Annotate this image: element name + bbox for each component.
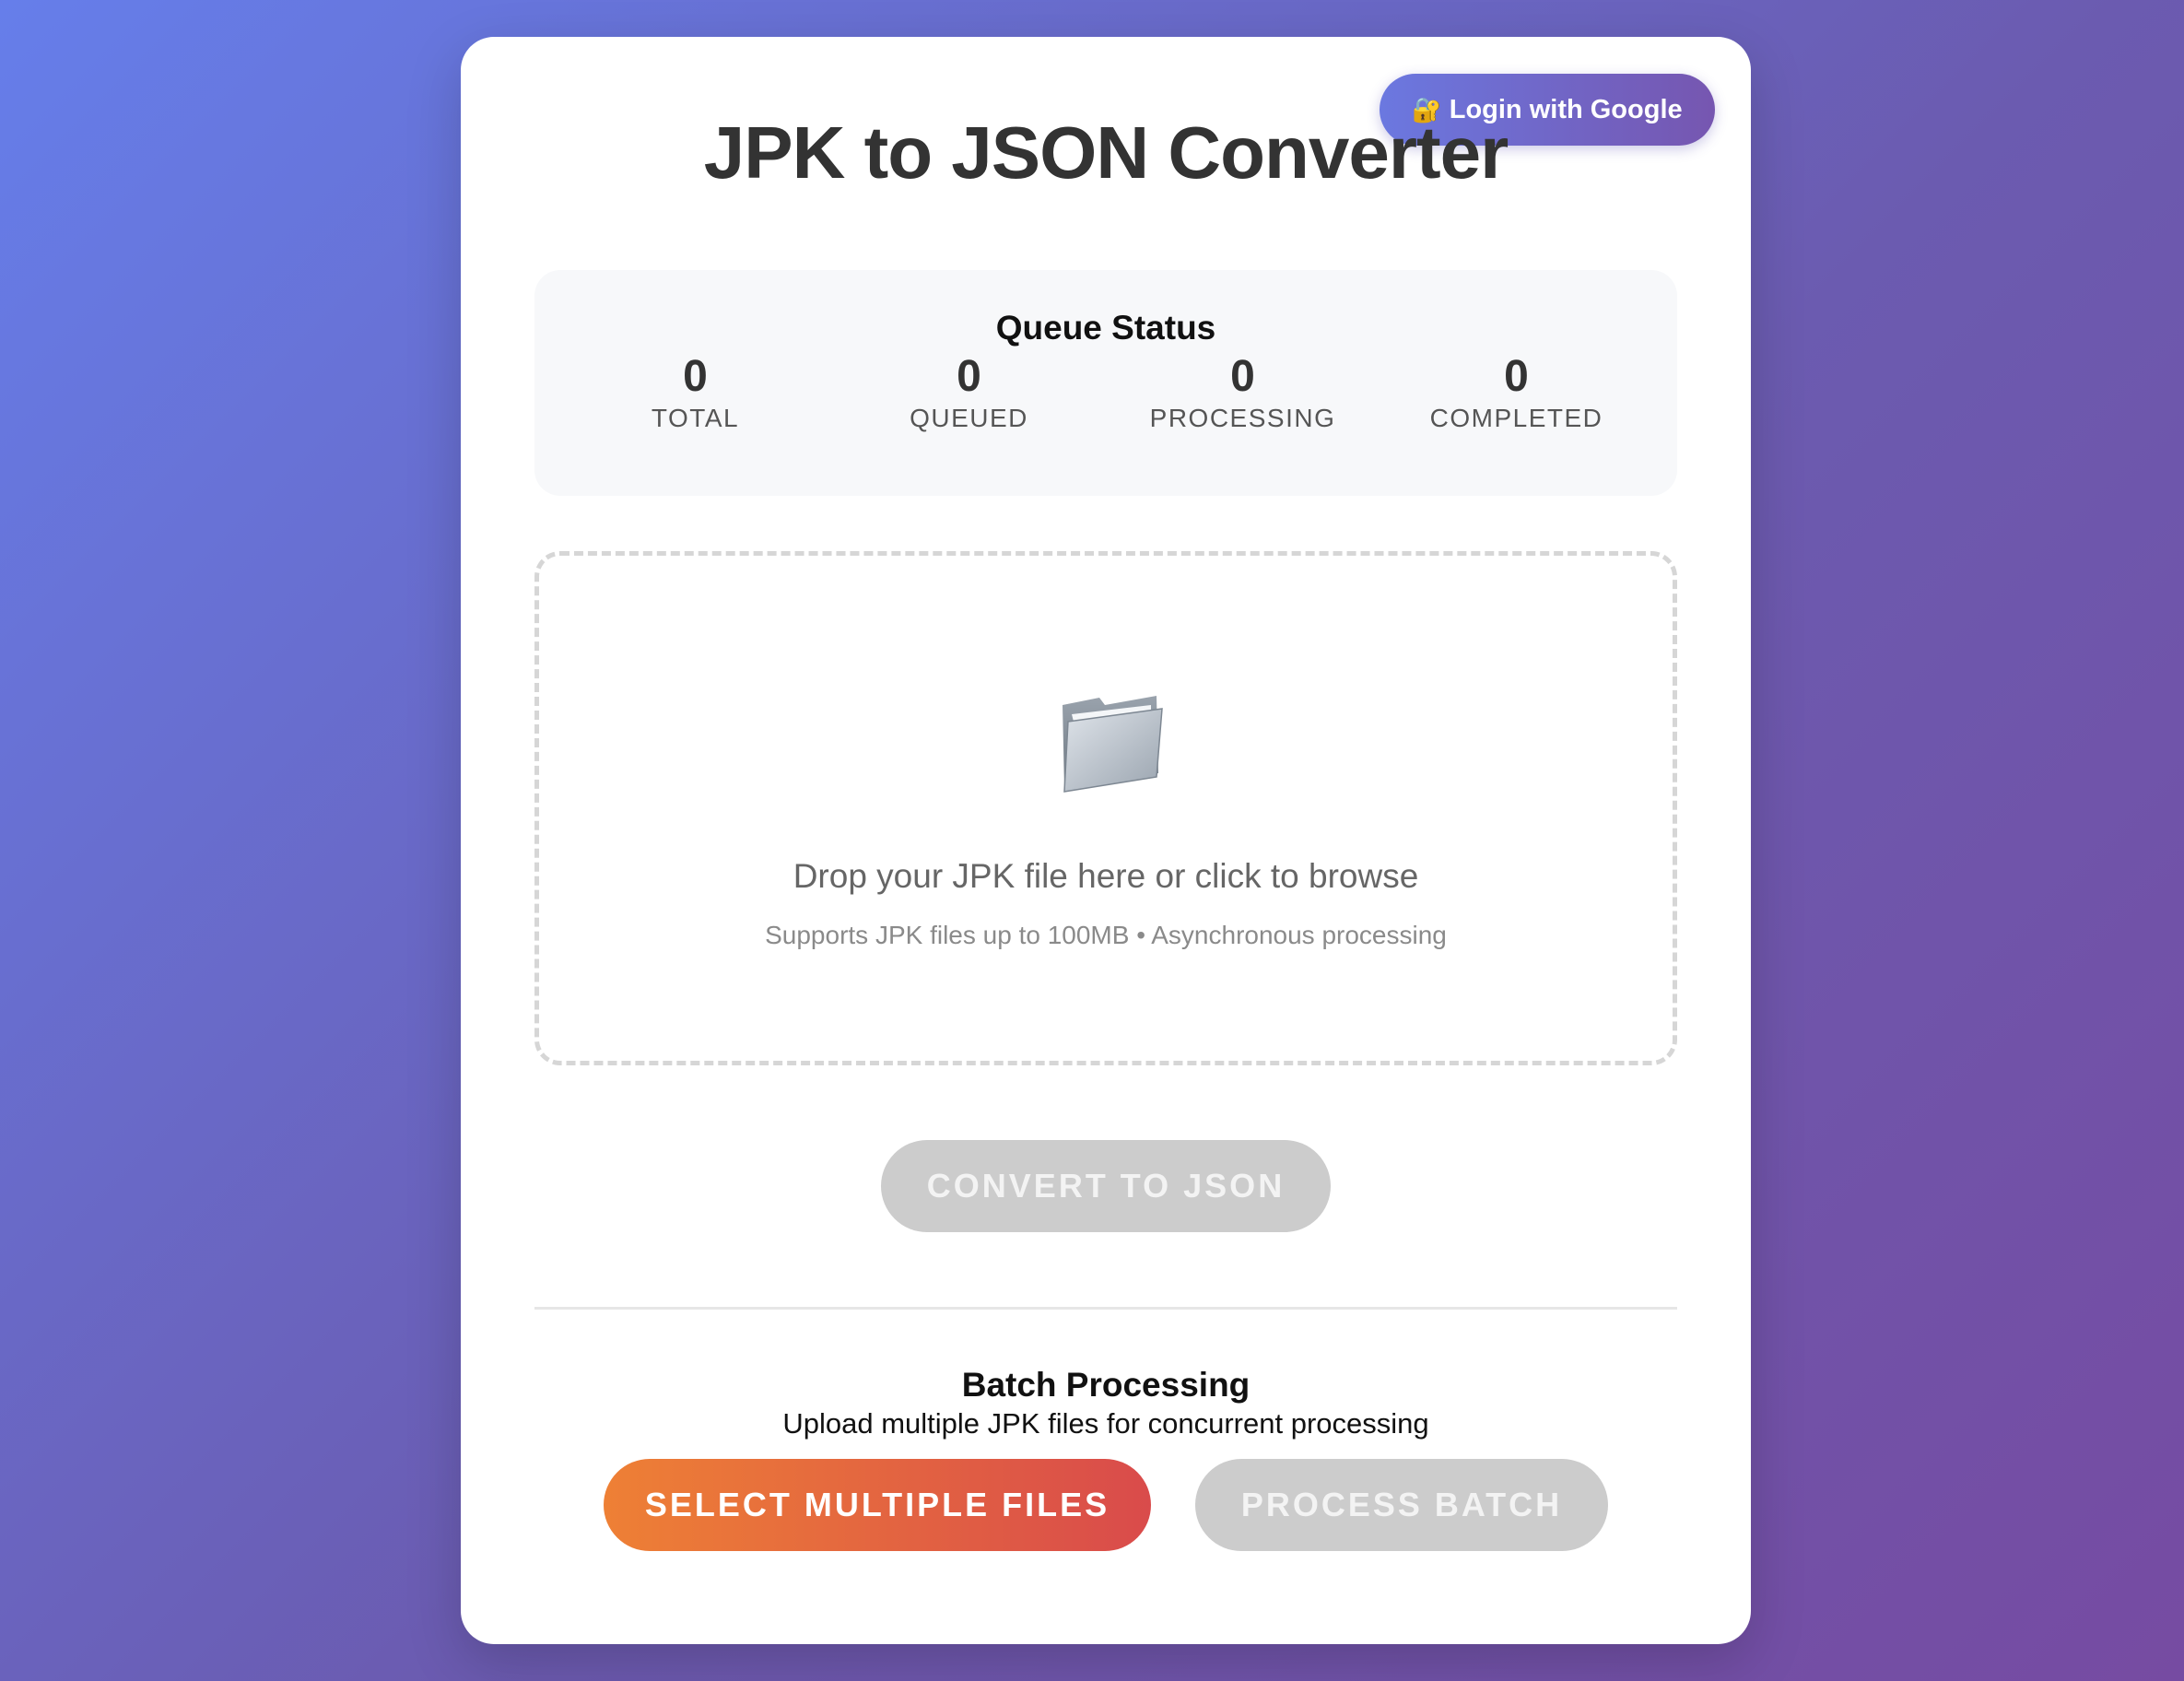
page-title: JPK to JSON Converter — [703, 112, 1509, 194]
queue-status-panel: Queue Status 0 TOTAL 0 QUEUED 0 PROCESSI… — [534, 270, 1677, 496]
process-batch-button[interactable]: PROCESS BATCH — [1195, 1459, 1608, 1551]
dropzone-subtext: Supports JPK files up to 100MB • Asynchr… — [765, 921, 1447, 949]
convert-to-json-button[interactable]: CONVERT TO JSON — [881, 1140, 1331, 1232]
stat-queued: 0 QUEUED — [832, 352, 1106, 433]
queue-stats: 0 TOTAL 0 QUEUED 0 PROCESSING 0 COMPLETE… — [534, 352, 1677, 433]
stat-label: PROCESSING — [1149, 403, 1336, 432]
batch-processing-title: Batch Processing — [961, 1366, 1251, 1404]
file-dropzone[interactable]: Drop your JPK file here or click to brow… — [534, 551, 1677, 1065]
stat-label: COMPLETED — [1429, 403, 1603, 432]
stat-label: TOTAL — [651, 403, 740, 432]
stat-label: QUEUED — [910, 403, 1028, 432]
select-multiple-files-button[interactable]: SELECT MULTIPLE FILES — [604, 1459, 1151, 1551]
stat-total: 0 TOTAL — [558, 352, 832, 433]
stat-value: 0 — [1230, 352, 1255, 401]
stat-value: 0 — [683, 352, 708, 401]
converter-card: 🔐 Login with Google JPK to JSON Converte… — [461, 37, 1751, 1644]
stat-value: 0 — [1504, 352, 1529, 401]
section-divider — [534, 1307, 1677, 1310]
dropzone-text: Drop your JPK file here or click to brow… — [793, 857, 1419, 895]
stat-value: 0 — [957, 352, 981, 401]
queue-status-title: Queue Status — [995, 309, 1216, 347]
stat-processing: 0 PROCESSING — [1106, 352, 1380, 433]
folder-icon — [1063, 696, 1163, 793]
stat-completed: 0 COMPLETED — [1380, 352, 1653, 433]
batch-processing-subtitle: Upload multiple JPK files for concurrent… — [782, 1407, 1429, 1440]
